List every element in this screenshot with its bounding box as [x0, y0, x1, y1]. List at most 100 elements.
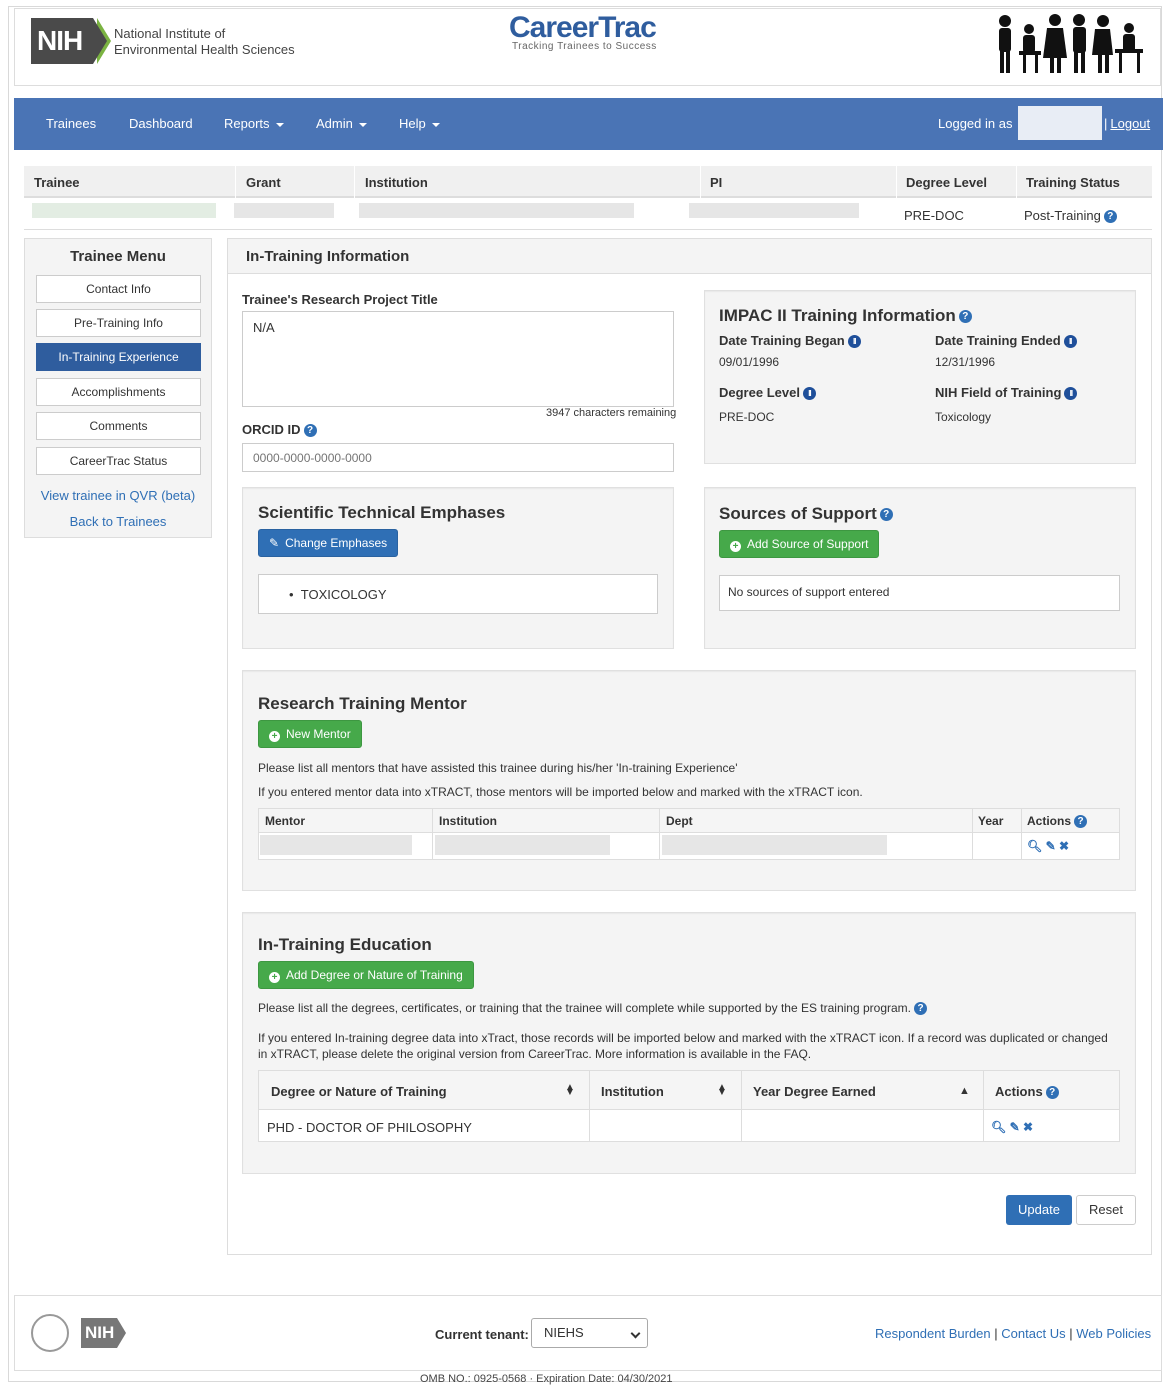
menu-accomplishments[interactable]: Accomplishments — [36, 378, 201, 406]
mentor-row-actions: 🔍︎ ✎ ✖ — [1027, 839, 1069, 853]
tenant-label: Current tenant: — [435, 1327, 529, 1342]
nav-reports-label: Reports — [224, 116, 270, 131]
menu-pre-training-info[interactable]: Pre-Training Info — [36, 309, 201, 337]
project-title-label: Trainee's Research Project Title — [242, 292, 438, 307]
link-separator: | — [994, 1326, 998, 1341]
trainees-silhouette-icon — [999, 14, 1143, 73]
sort-icon[interactable]: ▲ ▼ — [717, 1082, 727, 1104]
help-icon[interactable]: ? — [1074, 815, 1088, 829]
col-year-degree[interactable]: Year Degree Earned — [753, 1084, 876, 1099]
col-pi: PI — [710, 175, 723, 190]
help-icon[interactable]: ? — [879, 508, 893, 522]
back-to-trainees-link[interactable]: Back to Trainees — [25, 514, 211, 529]
trainee-row[interactable]: PRE-DOC Post-Training? — [24, 200, 1152, 230]
mentor-table-header: Mentor Institution Dept Year Actions? — [259, 809, 1119, 833]
orcid-input[interactable] — [242, 443, 674, 472]
panel-header: In-Training Information — [228, 239, 1151, 274]
update-button[interactable]: Update — [1006, 1195, 1072, 1225]
add-degree-button[interactable]: + Add Degree or Nature of Training — [258, 961, 474, 989]
new-mentor-button[interactable]: + New Mentor — [258, 720, 362, 748]
help-icon[interactable]: ? — [1045, 1086, 1059, 1100]
col-divider — [700, 166, 701, 198]
web-policies-link[interactable]: Web Policies — [1076, 1326, 1151, 1341]
sort-asc-icon[interactable]: ▲ — [959, 1085, 970, 1097]
project-title-textarea[interactable]: N/A — [242, 311, 674, 407]
training-status-value: Post-Training? — [1024, 208, 1117, 224]
impac-title: IMPAC II Training Information? — [719, 306, 972, 326]
new-mentor-label: New Mentor — [286, 727, 351, 741]
contact-us-link[interactable]: Contact Us — [1001, 1326, 1065, 1341]
education-row-actions: 🔍︎ ✎ ✖ — [991, 1120, 1033, 1134]
col-training-status: Training Status — [1026, 175, 1120, 190]
trainee-menu-title: Trainee Menu — [70, 248, 166, 265]
education-note-2: If you entered In-training degree data i… — [258, 1031, 1108, 1061]
col-divider — [589, 1071, 590, 1141]
col-mentor-actions-text: Actions — [1027, 814, 1072, 828]
view-icon[interactable]: 🔍︎ — [1027, 839, 1042, 853]
add-support-label: Add Source of Support — [747, 537, 869, 551]
col-degree[interactable]: Degree or Nature of Training — [271, 1084, 447, 1099]
main-nav: Trainees Dashboard Reports Admin Help Lo… — [14, 98, 1163, 150]
app-title[interactable]: CareerTrac — [509, 11, 657, 45]
col-edu-institution[interactable]: Institution — [601, 1084, 664, 1099]
field-of-training-value: Toxicology — [935, 410, 992, 424]
change-emphases-button[interactable]: ✎ Change Emphases — [258, 529, 399, 557]
help-icon[interactable]: ? — [958, 310, 972, 324]
impac-title-text: IMPAC II Training Information — [719, 306, 956, 325]
plus-circle-icon: + — [730, 541, 741, 552]
emphasis-item: • TOXICOLOGY — [289, 587, 387, 602]
date-ended-value: 12/31/1996 — [935, 355, 996, 369]
degree-level-value: PRE-DOC — [904, 208, 964, 223]
menu-comments[interactable]: Comments — [36, 412, 201, 440]
nav-trainees[interactable]: Trainees — [46, 116, 96, 131]
col-divider — [354, 166, 355, 198]
support-title-text: Sources of Support — [719, 504, 877, 523]
col-degree-level: Degree Level — [906, 175, 987, 190]
date-began-value: 09/01/1996 — [719, 355, 780, 369]
nav-dashboard[interactable]: Dashboard — [129, 116, 193, 131]
col-divider — [741, 1071, 742, 1141]
sort-icon[interactable]: ▲ ▼ — [565, 1082, 575, 1104]
help-icon[interactable]: ? — [914, 1002, 928, 1016]
site-footer: NIH Current tenant: NIEHS Respondent Bur… — [14, 1295, 1162, 1371]
date-ended-label-text: Date Training Ended — [935, 333, 1061, 348]
delete-icon[interactable]: ✖ — [1023, 1120, 1033, 1134]
nav-admin[interactable]: Admin — [316, 116, 367, 131]
add-support-button[interactable]: + Add Source of Support — [719, 530, 880, 558]
redacted-mentor — [260, 835, 412, 855]
date-ended-label: Date Training Ended II — [935, 333, 1077, 349]
redacted-grant — [234, 203, 334, 218]
delete-icon[interactable]: ✖ — [1059, 839, 1069, 853]
trainee-menu: Trainee Menu Contact Info Pre-Training I… — [24, 238, 212, 538]
menu-contact-info[interactable]: Contact Info — [36, 275, 201, 303]
help-icon[interactable]: ? — [303, 424, 317, 438]
link-separator: | — [1069, 1326, 1073, 1341]
trainee-table-header: Trainee Grant Institution PI Degree Leve… — [24, 166, 1152, 198]
nih-logo[interactable]: NIH — [31, 18, 93, 64]
nav-help[interactable]: Help — [399, 116, 440, 131]
edit-icon[interactable]: ✎ — [1010, 1120, 1020, 1134]
nih-footer-logo[interactable]: NIH — [81, 1318, 117, 1348]
education-table-header: Degree or Nature of Training ▲ ▼ Institut… — [259, 1071, 1119, 1110]
degree-cell: PHD - DOCTOR OF PHILOSOPHY — [267, 1120, 472, 1135]
view-qvr-link[interactable]: View trainee in QVR (beta) — [25, 488, 211, 503]
logout-label: Logout — [1110, 116, 1151, 131]
impac-degree-level-label-text: Degree Level — [719, 385, 800, 400]
help-icon[interactable]: ? — [1103, 210, 1117, 224]
hhs-logo-icon[interactable] — [31, 1314, 69, 1352]
support-title: Sources of Support? — [719, 504, 893, 524]
col-divider — [235, 166, 236, 198]
tenant-select[interactable]: NIEHS — [531, 1318, 648, 1348]
education-table: Degree or Nature of Training ▲ ▼ Institut… — [258, 1070, 1120, 1142]
menu-careertrac-status[interactable]: CareerTrac Status — [36, 447, 201, 475]
respondent-burden-link[interactable]: Respondent Burden — [875, 1326, 991, 1341]
logout-link[interactable]: | Logout — [1104, 116, 1150, 131]
chars-remaining: 3947 characters remaining — [546, 407, 677, 419]
nav-reports[interactable]: Reports — [224, 116, 284, 131]
panel-title: In-Training Information — [246, 248, 410, 265]
view-icon[interactable]: 🔍︎ — [991, 1120, 1006, 1134]
add-degree-label: Add Degree or Nature of Training — [286, 968, 463, 982]
menu-in-training-experience[interactable]: In-Training Experience — [36, 343, 201, 371]
edit-icon[interactable]: ✎ — [1046, 839, 1056, 853]
reset-button[interactable]: Reset — [1076, 1195, 1136, 1225]
